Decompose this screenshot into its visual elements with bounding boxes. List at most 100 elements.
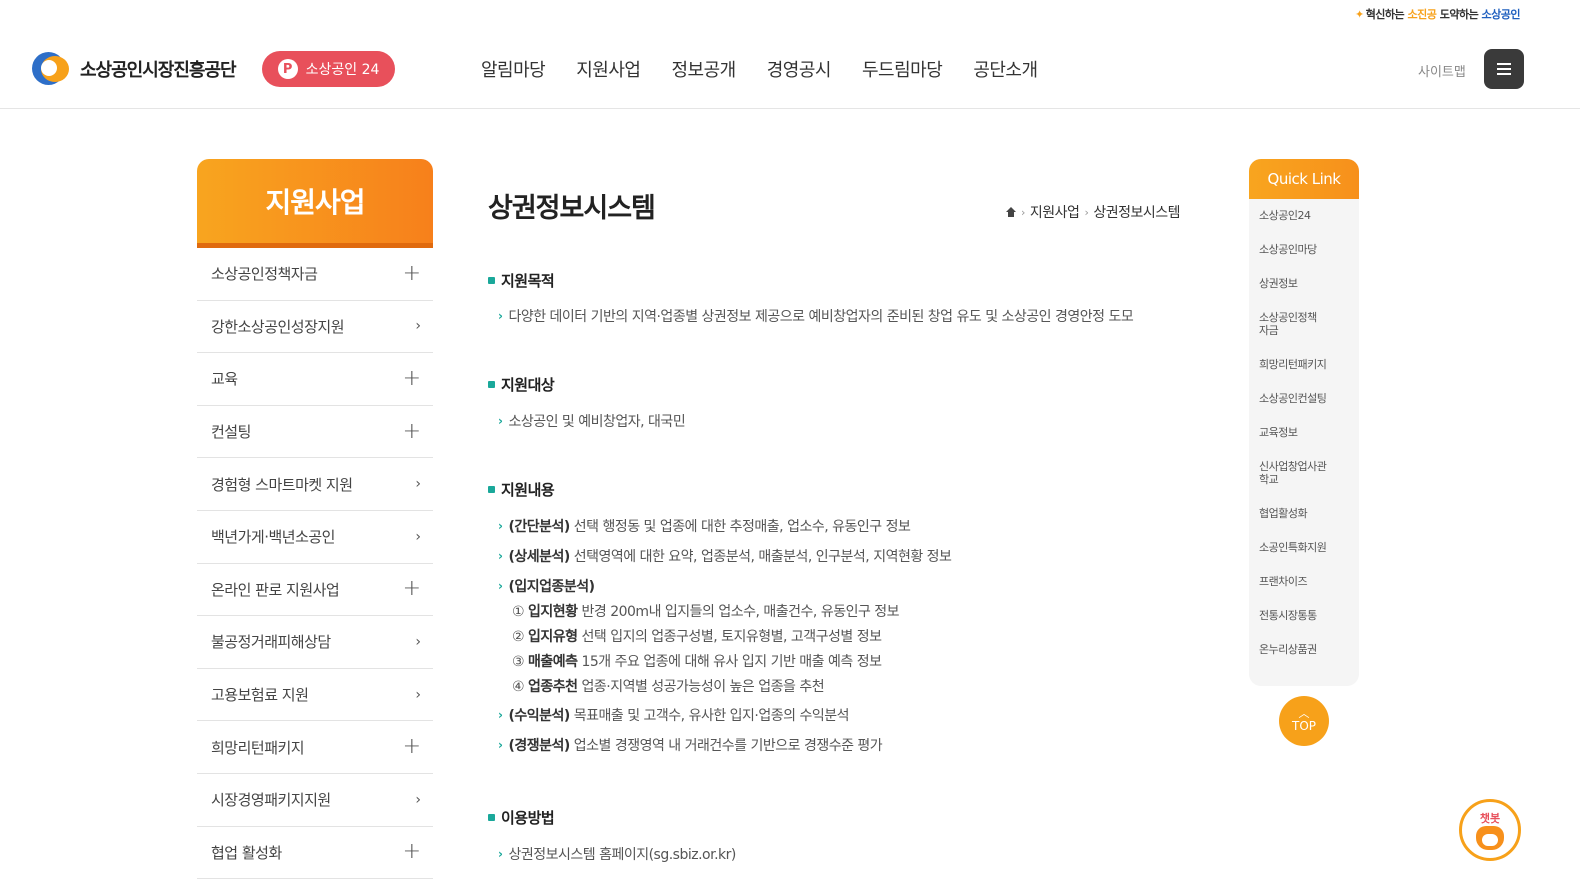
quick-link-item[interactable]: 상권정보 <box>1259 277 1349 311</box>
plus-icon: + <box>402 839 421 865</box>
sidebar-item[interactable]: 백년가게·백년소공인 › <box>197 511 433 564</box>
plus-icon: + <box>402 418 421 444</box>
chevron-right-icon: › <box>415 791 421 808</box>
breadcrumb: › 지원사업 › 상권정보시스템 <box>1006 202 1181 222</box>
arrow-right-icon: › <box>498 309 503 323</box>
sidebar-menu: 소상공인정책자금 + 강한소상공인성장지원 › 교육 + 컨설팅 + 경험형 스마트마켓… <box>197 248 433 880</box>
sub-item-number: ② <box>512 629 525 645</box>
home-icon[interactable] <box>1006 207 1016 217</box>
quick-link-item[interactable]: 소상공인마당 <box>1259 243 1349 277</box>
arrow-right-icon: › <box>498 738 503 752</box>
nav-item-info[interactable]: 정보공개 <box>672 56 737 82</box>
list-item-desc: 선택 행정동 및 업종에 대한 추정매출, 업소수, 유동인구 정보 <box>569 519 911 535</box>
sidebar-item[interactable]: 불공정거래피해상담 › <box>197 616 433 669</box>
sidebar-item-label: 교육 <box>211 370 238 389</box>
sidebar-item[interactable]: 소상공인정책자금 + <box>197 248 433 301</box>
sidebar-item-label: 백년가게·백년소공인 <box>211 528 335 547</box>
quick-link-item[interactable]: 소상공인24 <box>1259 209 1349 243</box>
nav-item-dodream[interactable]: 두드림마당 <box>862 56 943 82</box>
quick-link-title: Quick Link <box>1249 159 1359 199</box>
arrow-right-icon: › <box>498 847 503 861</box>
sidebar-item-label: 고용보험료 지원 <box>211 686 309 705</box>
chevron-right-icon: › <box>415 686 421 703</box>
quick-link-item[interactable]: 소공인특화지원 <box>1259 541 1349 575</box>
sidebar-item[interactable]: 강한소상공인성장지원 › <box>197 301 433 354</box>
section-title: 지원목적 <box>488 270 555 291</box>
plus-icon: + <box>402 260 421 286</box>
slogan-mid: 도약하는 <box>1436 8 1482 21</box>
nav-item-support[interactable]: 지원사업 <box>576 56 641 82</box>
bullet-icon <box>488 486 495 493</box>
sidebar-item-label: 컨설팅 <box>211 423 251 442</box>
top-strip: ✦ 혁신하는 소진공 도약하는 소상공인 <box>0 0 1580 28</box>
list-item-bold: (간단분석) <box>508 519 570 535</box>
sidebar-title: 지원사업 <box>197 159 433 248</box>
quick-link-item[interactable]: 희망리턴패키지 <box>1259 358 1349 392</box>
list-item: › (수익분석) 목표매출 및 고객수, 유사한 입지·업종의 수익분석 <box>498 705 849 725</box>
nav-item-disclosure[interactable]: 경영공시 <box>767 56 832 82</box>
sidebar-item-label: 경험형 스마트마켓 지원 <box>211 475 353 494</box>
quick-link-item[interactable]: 전통시장통통 <box>1259 609 1349 643</box>
sub-item-number: ① <box>512 604 525 620</box>
scroll-top-label: TOP <box>1291 719 1316 733</box>
quick-link-item[interactable]: 소상공인정책 자금 <box>1259 311 1349 358</box>
hamburger-icon <box>1497 63 1511 65</box>
section-title: 지원대상 <box>488 374 555 395</box>
chatbot-button[interactable]: 챗봇 <box>1459 799 1521 861</box>
arrow-right-icon: › <box>498 708 503 722</box>
sidebar-item[interactable]: 경험형 스마트마켓 지원 › <box>197 458 433 511</box>
list-item-text[interactable]: 상권정보시스템 홈페이지(sg.sbiz.or.kr) <box>508 844 736 864</box>
list-item-bold: (입지업종분석) <box>508 579 595 595</box>
list-item: › 다양한 데이터 기반의 지역·업종별 상권정보 제공으로 예비창업자의 준비된… <box>498 306 1134 326</box>
sub-item: ① 입지현황 반경 200m내 입지들의 업소수, 매출건수, 유동인구 정보 <box>512 601 900 621</box>
list-item: › (입지업종분석) <box>498 576 595 596</box>
sidebar-item-label: 협업 활성화 <box>211 843 282 862</box>
sidebar-item[interactable]: 시장경영패키지지원 › <box>197 774 433 827</box>
sidebar-item[interactable]: 고용보험료 지원 › <box>197 669 433 722</box>
site-logo[interactable]: 소상공인시장진흥공단 <box>32 52 237 85</box>
sidebar-item[interactable]: 온라인 판로 지원사업 + <box>197 564 433 617</box>
quick-link-item[interactable]: 온누리상품권 <box>1259 643 1349 677</box>
breadcrumb-separator-icon: › <box>1084 205 1089 219</box>
list-item: › (경쟁분석) 업소별 경쟁영역 내 거래건수를 기반으로 경쟁수준 평가 <box>498 735 883 755</box>
sidebar-title-text: 지원사업 <box>265 186 365 219</box>
quick-link-item[interactable]: 협업활성화 <box>1259 507 1349 541</box>
sidebar-item-label: 온라인 판로 지원사업 <box>211 580 340 599</box>
chevron-right-icon: › <box>415 528 421 545</box>
scroll-top-button[interactable]: ︿ TOP <box>1279 696 1329 746</box>
sosang24-label: 소상공인 24 <box>305 62 380 78</box>
plus-icon: + <box>402 734 421 760</box>
quick-link-item[interactable]: 교육정보 <box>1259 426 1349 460</box>
arrow-right-icon: › <box>498 414 503 428</box>
list-item-text: (입지업종분석) <box>508 576 595 596</box>
list-item-bold: (경쟁분석) <box>508 738 570 754</box>
sub-item-bold: 입지현황 <box>528 604 578 620</box>
breadcrumb-item[interactable]: 지원사업 <box>1030 202 1080 222</box>
list-item-bold: (수익분석) <box>508 708 570 724</box>
sub-item: ② 입지유형 선택 입지의 업종구성별, 토지유형별, 고객구성별 정보 <box>512 626 882 646</box>
plus-icon: + <box>402 576 421 602</box>
chevron-right-icon: › <box>415 318 421 335</box>
sosang24-button[interactable]: P 소상공인 24 <box>262 51 395 87</box>
list-item: › (간단분석) 선택 행정동 및 업종에 대한 추정매출, 업소수, 유동인구 … <box>498 516 911 536</box>
nav-item-notice[interactable]: 알림마당 <box>481 56 546 82</box>
quick-link-item[interactable]: 소상공인컨설팅 <box>1259 392 1349 426</box>
sidebar-item[interactable]: 교육 + <box>197 353 433 406</box>
hamburger-menu-button[interactable] <box>1484 49 1524 89</box>
sub-item-desc: 15개 주요 업종에 대해 유사 입지 기반 매출 예측 정보 <box>577 654 882 670</box>
sitemap-link[interactable]: 사이트맵 <box>1418 61 1466 80</box>
page-title: 상권정보시스템 <box>488 193 656 224</box>
plus-icon: + <box>402 365 421 391</box>
chevron-right-icon: › <box>415 476 421 493</box>
sidebar-item[interactable]: 희망리턴패키지 + <box>197 721 433 774</box>
sidebar-item[interactable]: 컨설팅 + <box>197 406 433 459</box>
quick-link-item[interactable]: 신사업창업사관 학교 <box>1259 460 1349 507</box>
list-item-text: 소상공인 및 예비창업자, 대국민 <box>508 414 686 430</box>
sidebar-item-label: 불공정거래피해상담 <box>211 633 331 652</box>
arrow-right-icon: › <box>498 549 503 563</box>
quick-link-item[interactable]: 프랜차이즈 <box>1259 575 1349 609</box>
breadcrumb-separator-icon: › <box>1021 205 1025 219</box>
breadcrumb-item[interactable]: 상권정보시스템 <box>1093 202 1180 222</box>
sidebar-item[interactable]: 협업 활성화 + <box>197 827 433 880</box>
nav-item-about[interactable]: 공단소개 <box>973 56 1038 82</box>
